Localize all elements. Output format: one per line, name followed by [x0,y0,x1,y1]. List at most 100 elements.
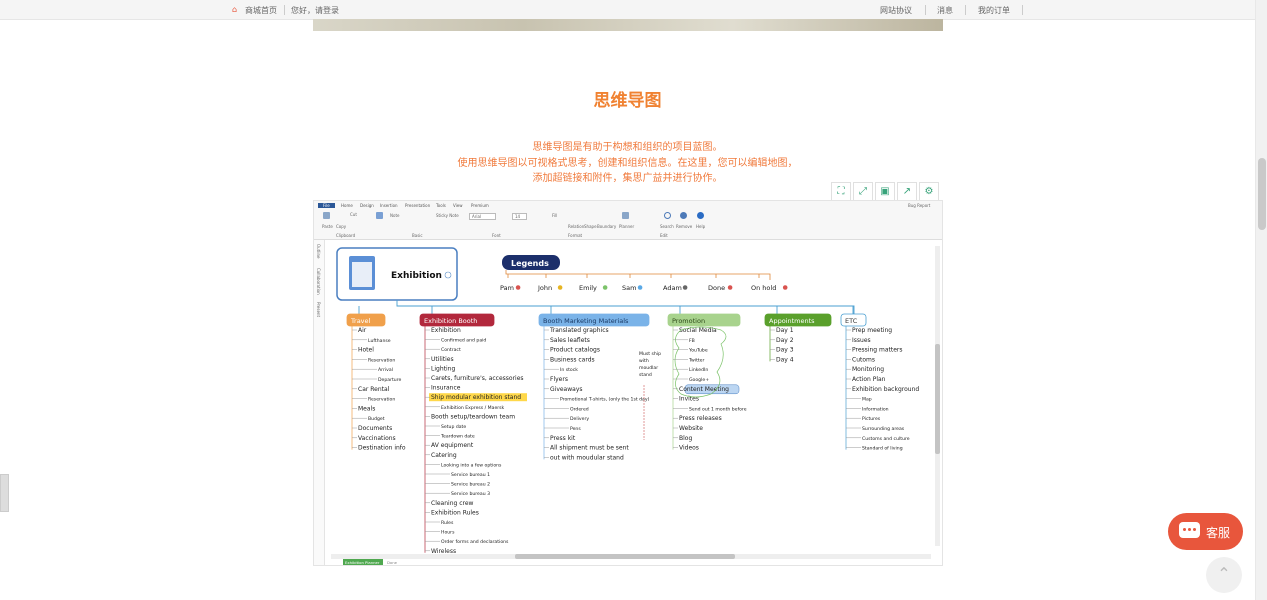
legend-item: Done [708,284,725,292]
protocol-link[interactable]: 网站协议 [880,5,912,16]
side-panel: Outline Collaboration Present [314,240,325,565]
branch-item: YouTube [688,348,708,354]
tab-presentation[interactable]: Presentation [405,203,430,208]
mindmap-canvas[interactable]: Exhibition Legends Pam John Emily Sam Adam Done… [325,240,942,565]
branch-item: Documents [358,425,392,432]
expand-icon[interactable]: ⤢ [853,182,873,202]
branch-item: Rules [441,520,454,526]
central-topic-label: Exhibition [391,271,442,281]
remove-icon[interactable] [680,212,687,219]
branch-item: Website [679,425,703,432]
outline-tab[interactable]: Outline [316,244,321,258]
tab-design[interactable]: Design [360,203,374,208]
tab-file[interactable]: File [318,203,335,208]
branch-item: Ship modular exhibition stand [431,394,521,401]
legend-item: John [537,284,552,292]
topic-icon[interactable] [376,212,383,219]
font-select[interactable]: Arial [469,213,497,220]
login-link[interactable]: 您好，请登录 [291,5,339,16]
branch-item: Contract [441,347,461,353]
branch-item: Pressing matters [852,347,903,354]
tab-tools[interactable]: Tools [436,203,446,208]
share-icon[interactable]: ↗ [897,182,917,202]
collaboration-tab[interactable]: Collaboration [316,268,321,295]
tab-view[interactable]: View [453,203,463,208]
help-icon[interactable] [697,212,704,219]
orders-link[interactable]: 我的订单 [978,5,1010,16]
branch-item: Catering [431,452,457,459]
sticky-note-button[interactable]: Sticky Note [436,213,459,218]
settings-icon[interactable]: ⚙ [919,182,939,202]
page-description-line-3: 添加超链接和附件，集思广益并进行协作。 [532,173,723,184]
copy-button[interactable]: Copy [336,224,346,229]
branch-item: In stock [560,367,578,373]
help-button[interactable]: Help [696,224,705,229]
shape-button[interactable]: Shape [584,224,597,229]
scrollbar-thumb[interactable] [1258,158,1266,230]
branch-item: Teardown date [440,434,475,440]
branch-item: Sales leaflets [550,337,590,344]
present-tab[interactable]: Present [316,302,321,317]
branch-note: stand [639,372,652,378]
branch-item: Day 2 [776,337,794,344]
branch-item: AV equipment [431,442,474,449]
fill-button[interactable]: Fill [552,213,557,218]
branch-item: Departure [378,377,401,383]
customer-service-button[interactable]: 客服 [1168,513,1243,550]
mindmap-svg[interactable]: Exhibition Legends Pam John Emily Sam Adam Done… [325,240,942,565]
branch-item: Pens [570,426,581,432]
paste-button[interactable]: Paste [322,224,333,229]
chat-icon [1179,522,1200,538]
tab-home[interactable]: Home [341,203,353,208]
branch-item: FB [689,338,695,344]
messages-link[interactable]: 消息 [937,5,953,16]
branch-label: Exhibition Booth [424,317,477,325]
divider [1022,5,1023,15]
branch-label: Travel [350,317,371,325]
search-button[interactable]: Search [660,224,674,229]
branch-item: Flyers [550,376,568,383]
tab-insertion[interactable]: Insertion [380,203,398,208]
branch-item: out with moudular stand [550,454,624,461]
banner-image [313,19,943,31]
side-handle[interactable] [0,474,9,512]
branch-note: moudlar [639,365,658,371]
branch-item: Day 4 [776,356,794,363]
fullscreen-icon[interactable]: ⛶ [831,182,851,202]
branch-trunk [396,300,855,314]
note-button[interactable]: Note [390,213,399,218]
legend-item-icon [637,285,643,290]
group-format: Format [568,233,583,238]
branch-item: Pictures [862,416,881,422]
planner-button[interactable]: Planner [619,224,634,229]
font-size-select[interactable]: 14 [512,213,528,220]
planner-icon[interactable] [622,212,629,219]
mindmap-app-window: File Home Design Insertion Presentation … [313,200,943,566]
bug-report-button[interactable]: Bug Report [908,203,930,208]
search-icon[interactable] [664,212,671,219]
branch-note: with [639,358,649,364]
branch-item: Exhibition Express / Maersk [441,405,505,411]
divider [965,5,966,15]
home-icon[interactable]: ⌂ [232,5,237,14]
branch-label: Booth Marketing Materials [543,317,629,325]
branch-item: Meals [358,405,375,412]
branch-item: Setup date [441,424,466,430]
h-scrollbar-thumb [515,554,735,559]
tab-premium[interactable]: Premium [471,203,489,208]
branch-item: Hotel [358,347,374,354]
home-link[interactable]: 商城首页 [245,5,277,16]
branch-item: Booth setup/teardown team [431,413,515,420]
boundary-button[interactable]: Boundary [597,224,616,229]
branch-item: Hours [441,530,455,536]
save-icon[interactable]: ▣ [875,182,895,202]
cut-button[interactable]: Cut [350,212,357,217]
page-scrollbar[interactable] [1255,0,1267,600]
relation-button[interactable]: Relation [568,224,584,229]
branch-item: Send out 1 month before [689,406,747,412]
back-to-top-button[interactable]: ⌃ [1206,557,1242,593]
branch-item: Lufthanse [368,338,391,344]
remove-button[interactable]: Remove [676,224,692,229]
legend-item-icon [602,285,608,290]
paste-icon[interactable] [323,212,330,219]
